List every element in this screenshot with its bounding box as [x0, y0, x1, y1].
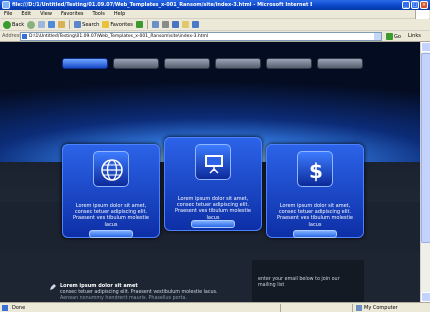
mailing-list-box: enter your email below to join our maili…: [252, 260, 364, 302]
nav-tab-1[interactable]: [62, 58, 108, 69]
messenger-icon[interactable]: [191, 21, 199, 28]
page-icon: [22, 34, 27, 39]
windows-flag-icon: [415, 10, 429, 19]
address-bar: Address D:\1\Untitled\Testing\01.09.07\W…: [0, 31, 430, 42]
status-text: Done: [12, 305, 26, 311]
feature-card-1: Lorem ipsum dolor sit amet, consec tetue…: [62, 144, 160, 238]
scroll-thumb[interactable]: [421, 53, 430, 243]
computer-icon: [356, 305, 362, 311]
star-icon: [102, 21, 110, 28]
history-icon[interactable]: [135, 21, 143, 28]
mailing-list-text: enter your email below to join our maili…: [258, 277, 340, 288]
maximize-button[interactable]: □: [411, 1, 419, 9]
card-more-button[interactable]: [293, 230, 337, 238]
go-label: Go: [394, 33, 401, 40]
menu-edit[interactable]: Edit: [21, 11, 31, 17]
search-label: Search: [82, 21, 100, 28]
ie-icon: [2, 1, 10, 9]
status-bar: Done My Computer: [0, 302, 430, 312]
stop-icon[interactable]: [38, 21, 46, 28]
nav-tab-2[interactable]: [113, 58, 159, 69]
toolbar: Back Search Favorites: [0, 19, 430, 31]
menu-bar: File Edit View Favorites Tools Help: [0, 10, 430, 19]
address-input[interactable]: D:\1\Untitled\Testing\01.09.07\Web_Templ…: [20, 32, 382, 41]
dollar-icon[interactable]: $: [297, 151, 333, 187]
toolbar-separator: [146, 20, 148, 29]
mail-icon[interactable]: [151, 21, 159, 28]
menu-file[interactable]: File: [4, 11, 12, 17]
browser-window: file:///D:/1/Untitled/Testing/01.09.07/W…: [0, 0, 430, 312]
back-label: Back: [12, 21, 25, 28]
status-divider: [280, 304, 281, 312]
scroll-up-button[interactable]: [421, 42, 430, 52]
edit-icon[interactable]: [171, 21, 179, 28]
favorites-label: Favorites: [110, 21, 133, 28]
chevron-down-icon[interactable]: [374, 33, 381, 40]
presentation-board-icon[interactable]: [195, 144, 231, 180]
page-icon: [2, 305, 8, 311]
forward-button[interactable]: [27, 20, 36, 29]
news-item: Lorem ipsum dolor sit amet consec tetuer…: [50, 283, 250, 301]
news-line: Aenean nonummy hendrerit mauris. Phasell…: [60, 295, 187, 301]
nav-tab-6[interactable]: [317, 58, 363, 69]
forward-arrow-icon: [27, 20, 36, 29]
minimize-button[interactable]: _: [402, 1, 410, 9]
page-viewport: Lorem ipsum dolor sit amet, consec tetue…: [0, 42, 430, 302]
feature-card-3: $ Lorem ipsum dolor sit amet, consec tet…: [266, 144, 364, 238]
title-bar[interactable]: file:///D:/1/Untitled/Testing/01.09.07/W…: [0, 0, 430, 10]
refresh-icon[interactable]: [48, 21, 56, 28]
toolbar-separator: [69, 20, 71, 29]
menu-favorites[interactable]: Favorites: [61, 11, 84, 17]
nav-tab-3[interactable]: [164, 58, 210, 69]
address-value: D:\1\Untitled\Testing\01.09.07\Web_Templ…: [29, 34, 209, 39]
home-icon[interactable]: [58, 21, 66, 28]
folder-icon[interactable]: [181, 21, 189, 28]
card-text: Lorem ipsum dolor sit amet, consec tetue…: [277, 203, 353, 228]
go-button[interactable]: Go: [386, 32, 406, 41]
links-button[interactable]: Links: [408, 33, 421, 39]
go-arrow-icon: [386, 33, 393, 40]
address-label: Address: [2, 33, 22, 39]
menu-help[interactable]: Help: [114, 11, 125, 17]
favorites-button[interactable]: Favorites: [102, 21, 133, 28]
zone-text: My Computer: [364, 305, 398, 311]
vertical-scrollbar[interactable]: [420, 42, 430, 302]
window-title: file:///D:/1/Untitled/Testing/01.09.07/W…: [12, 2, 312, 8]
nav-tab-4[interactable]: [215, 58, 261, 69]
back-arrow-icon: [3, 20, 11, 29]
scroll-down-button[interactable]: [421, 292, 430, 302]
svg-text:$: $: [309, 159, 323, 182]
card-more-button[interactable]: [89, 230, 133, 238]
pencil-icon: [50, 284, 56, 290]
nav-tab-5[interactable]: [266, 58, 312, 69]
search-button[interactable]: Search: [74, 21, 99, 28]
menu-view[interactable]: View: [40, 11, 52, 17]
card-text: Lorem ipsum dolor sit amet, consec tetue…: [73, 203, 149, 228]
print-icon[interactable]: [161, 21, 169, 28]
menu-tools[interactable]: Tools: [93, 11, 105, 17]
globe-icon[interactable]: [93, 151, 129, 187]
back-button[interactable]: Back: [3, 20, 25, 29]
card-more-button[interactable]: [191, 220, 235, 228]
card-text: Lorem ipsum dolor sit amet, consec tetue…: [175, 196, 251, 221]
feature-card-2: Lorem ipsum dolor sit amet, consec tetue…: [164, 137, 262, 231]
close-button[interactable]: ×: [420, 1, 428, 9]
search-icon: [74, 21, 82, 28]
status-divider: [352, 304, 353, 312]
